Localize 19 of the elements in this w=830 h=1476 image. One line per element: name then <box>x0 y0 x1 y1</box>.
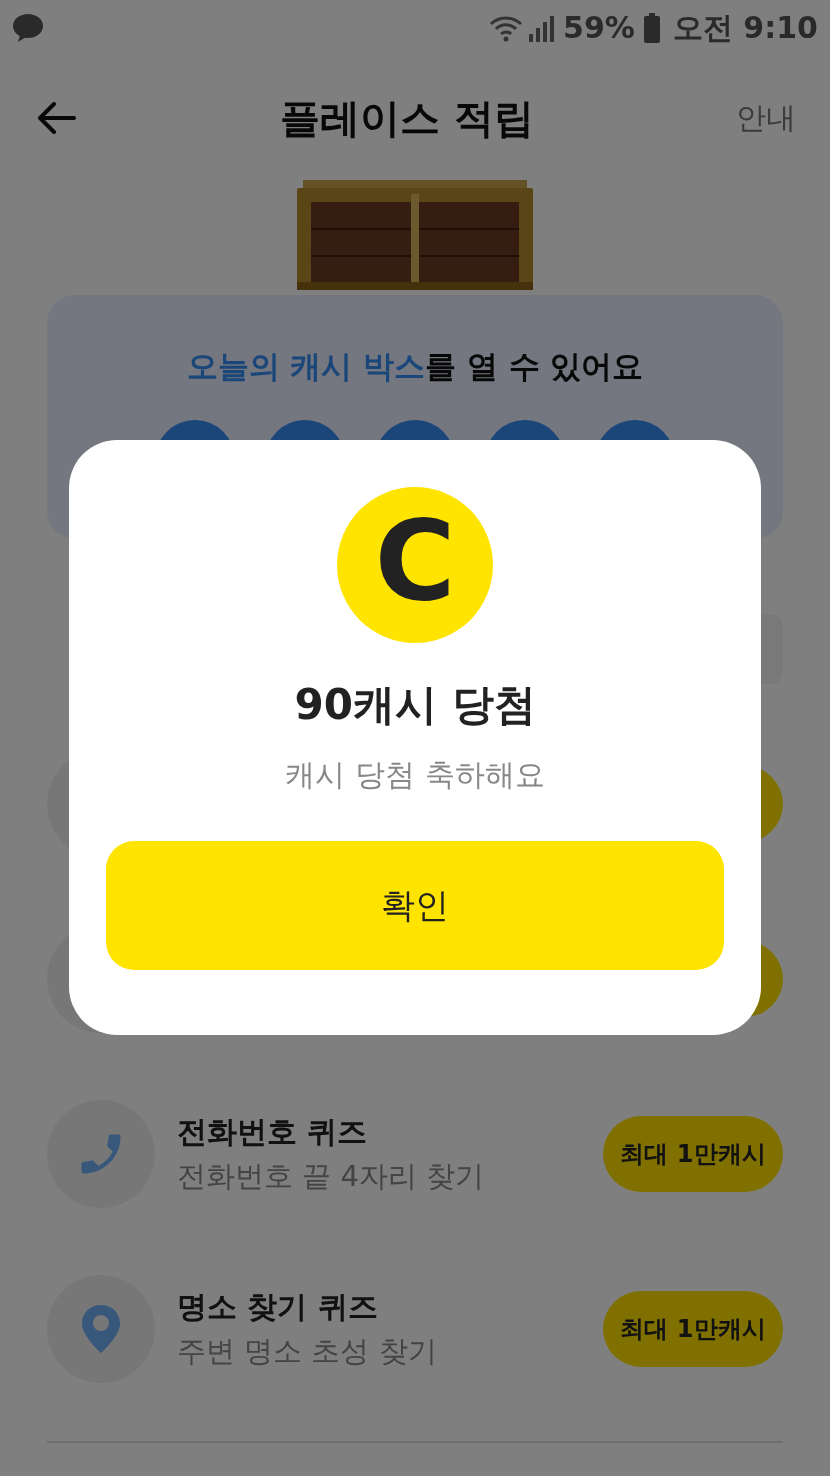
reward-button[interactable]: 최대 1만캐시 <box>603 1291 783 1367</box>
battery-icon <box>642 12 661 43</box>
quiz-title: 전화번호 퀴즈 <box>177 1113 369 1151</box>
battery-percent: 59% <box>563 9 635 47</box>
location-pin-icon <box>79 1303 123 1355</box>
quiz-title: 명소 찾기 퀴즈 <box>177 1288 379 1326</box>
signal-icon <box>527 13 556 42</box>
page-title: 플레이스 적립 <box>279 93 535 143</box>
quiz-subtitle: 주변 명소 초성 찾기 <box>177 1333 438 1370</box>
reward-button[interactable]: 최대 1만캐시 <box>603 1116 783 1192</box>
chat-bubble-icon <box>12 12 44 43</box>
cash-box-title: 오늘의 캐시 박스를 열 수 있어요 <box>186 347 644 386</box>
quiz-subtitle: 전화번호 끝 4자리 찾기 <box>177 1158 486 1195</box>
dialog-title: 90캐시 당첨 <box>294 679 536 731</box>
clock: 오전 9:10 <box>672 9 818 47</box>
confirm-button[interactable]: 확인 <box>106 841 724 970</box>
dialog-message: 캐시 당첨 축하해요 <box>285 756 545 794</box>
info-link[interactable]: 안내 <box>736 95 796 140</box>
coin-icon: C <box>337 487 493 643</box>
